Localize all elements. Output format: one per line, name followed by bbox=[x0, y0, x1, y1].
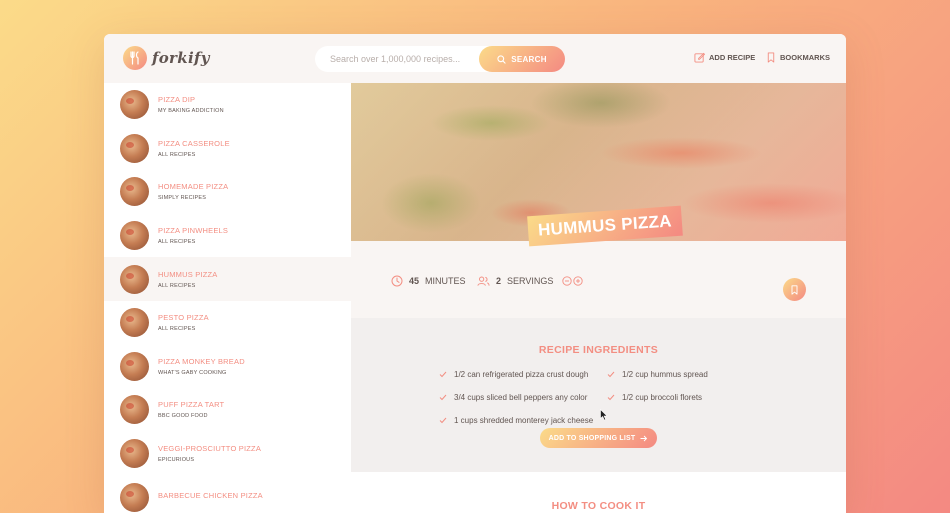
edit-icon bbox=[694, 52, 705, 63]
result-item[interactable]: BARBECUE CHICKEN PIZZA bbox=[104, 475, 351, 513]
add-recipe-button[interactable]: ADD RECIPE bbox=[694, 52, 755, 63]
recipe-thumbnail bbox=[120, 395, 149, 425]
recipe-thumbnail bbox=[120, 482, 149, 512]
minutes-value: 45 bbox=[409, 276, 420, 286]
search-button-label: SEARCH bbox=[511, 54, 547, 64]
header: forkify SEARCH ADD RECIPE BOOKM bbox=[104, 34, 846, 83]
result-publisher: ALL RECIPES bbox=[158, 151, 196, 158]
cooking-time: 45 MINUTES bbox=[391, 275, 466, 287]
recipe-thumbnail bbox=[120, 90, 149, 120]
result-title: HUMMUS PIZZA bbox=[158, 269, 218, 279]
search-results: PIZZA DIP MY BAKING ADDICTION PIZZA CASSE… bbox=[104, 83, 351, 513]
recipe-thumbnail bbox=[120, 439, 149, 469]
ingredients-section: RECIPE INGREDIENTS 1/2 can refrigerated … bbox=[351, 318, 846, 472]
search-button[interactable]: SEARCH bbox=[479, 46, 565, 72]
clock-icon bbox=[391, 275, 403, 287]
minutes-label: MINUTES bbox=[425, 276, 466, 286]
result-publisher: SIMPLY RECIPES bbox=[158, 195, 207, 202]
recipe-details: 45 MINUTES 2 SERVINGS bbox=[351, 241, 846, 318]
ingredients-heading: RECIPE INGREDIENTS bbox=[538, 344, 659, 356]
recipe-thumbnail bbox=[120, 308, 149, 338]
ingredient-text: 1/2 cup hummus spread bbox=[622, 370, 708, 379]
result-title: PIZZA DIP bbox=[158, 95, 196, 105]
bookmarks-label: BOOKMARKS bbox=[780, 53, 830, 62]
servings-label: SERVINGS bbox=[507, 276, 554, 286]
result-title: PUFF PIZZA TART bbox=[158, 400, 225, 410]
search-form: SEARCH bbox=[315, 46, 565, 72]
result-title: PIZZA MONKEY BREAD bbox=[158, 356, 245, 366]
result-publisher: ALL RECIPES bbox=[158, 282, 196, 289]
recipe-thumbnail bbox=[120, 133, 149, 163]
ingredient-text: 1 cups shredded monterey jack cheese bbox=[454, 416, 594, 425]
servings: 2 SERVINGS bbox=[477, 275, 584, 287]
result-item[interactable]: PUFF PIZZA TART BBC GOOD FOOD bbox=[104, 388, 351, 432]
increase-servings-icon[interactable] bbox=[573, 276, 584, 286]
shopping-button-label: ADD TO SHOPPING LIST bbox=[548, 434, 636, 442]
mouse-cursor-icon bbox=[600, 409, 608, 421]
bookmark-icon bbox=[791, 284, 798, 295]
result-publisher: ALL RECIPES bbox=[158, 239, 196, 246]
result-publisher: MY BAKING ADDICTION bbox=[158, 108, 224, 115]
decrease-servings-icon[interactable] bbox=[562, 276, 573, 286]
search-icon bbox=[497, 54, 506, 64]
bookmark-recipe-button[interactable] bbox=[783, 278, 806, 301]
result-title: PESTO PIZZA bbox=[158, 313, 209, 323]
directions-section: HOW TO COOK IT bbox=[351, 472, 846, 513]
result-item[interactable]: HOMEMADE PIZZA SIMPLY RECIPES bbox=[104, 170, 351, 214]
check-icon bbox=[607, 371, 615, 378]
bookmarks-button[interactable]: BOOKMARKS bbox=[766, 52, 830, 63]
result-item[interactable]: PESTO PIZZA ALL RECIPES bbox=[104, 301, 351, 345]
add-recipe-label: ADD RECIPE bbox=[709, 53, 756, 62]
recipe-thumbnail bbox=[120, 264, 149, 294]
result-title: PIZZA PINWHEELS bbox=[158, 226, 229, 236]
ingredient-text: 3/4 cups sliced bell peppers any color bbox=[454, 393, 588, 402]
logo[interactable]: forkify bbox=[123, 46, 210, 70]
ingredient-text: 1/2 can refrigerated pizza crust dough bbox=[454, 370, 589, 379]
check-icon bbox=[439, 371, 447, 378]
result-item[interactable]: PIZZA MONKEY BREAD WHAT'S GABY COOKING bbox=[104, 345, 351, 389]
result-item-active[interactable]: HUMMUS PIZZA ALL RECIPES bbox=[104, 257, 351, 301]
result-publisher: WHAT'S GABY COOKING bbox=[158, 369, 227, 376]
result-publisher: BBC GOOD FOOD bbox=[158, 413, 208, 420]
ingredient-item: 1 cups shredded monterey jack cheese bbox=[439, 416, 593, 425]
recipe-thumbnail bbox=[120, 351, 149, 381]
ingredient-item: 3/4 cups sliced bell peppers any color bbox=[439, 393, 587, 402]
result-item[interactable]: VEGGI-PROSCIUTTO PIZZA EPICURIOUS bbox=[104, 432, 351, 476]
search-input[interactable] bbox=[315, 54, 475, 64]
directions-heading: HOW TO COOK IT bbox=[551, 500, 646, 512]
result-title: BARBECUE CHICKEN PIZZA bbox=[158, 490, 263, 500]
result-publisher: ALL RECIPES bbox=[158, 326, 196, 333]
result-publisher: EPICURIOUS bbox=[158, 457, 195, 464]
logo-text: forkify bbox=[152, 49, 210, 67]
result-title: PIZZA CASSEROLE bbox=[158, 138, 230, 148]
check-icon bbox=[439, 394, 447, 401]
recipe-panel: HUMMUS PIZZA 45 MINUTES 2 SERVINGS RECIP… bbox=[351, 83, 846, 513]
ingredient-item: 1/2 cup hummus spread bbox=[607, 370, 708, 379]
bookmark-icon bbox=[767, 52, 775, 63]
result-item[interactable]: PIZZA PINWHEELS ALL RECIPES bbox=[104, 214, 351, 258]
result-item[interactable]: PIZZA DIP MY BAKING ADDICTION bbox=[104, 83, 351, 127]
recipe-thumbnail bbox=[120, 221, 149, 251]
check-icon bbox=[439, 417, 447, 424]
users-icon bbox=[477, 276, 490, 286]
ingredient-item: 1/2 cup broccoli florets bbox=[607, 393, 702, 402]
ingredient-item: 1/2 can refrigerated pizza crust dough bbox=[439, 370, 588, 379]
servings-value: 2 bbox=[496, 276, 502, 286]
fork-knife-icon bbox=[123, 46, 147, 70]
app-container: forkify SEARCH ADD RECIPE BOOKM bbox=[104, 34, 846, 513]
recipe-thumbnail bbox=[120, 177, 149, 207]
result-item[interactable]: PIZZA CASSEROLE ALL RECIPES bbox=[104, 127, 351, 171]
arrow-right-icon bbox=[640, 435, 648, 441]
check-icon bbox=[607, 394, 615, 401]
add-to-shopping-list-button[interactable]: ADD TO SHOPPING LIST bbox=[540, 428, 657, 448]
result-title: HOMEMADE PIZZA bbox=[158, 182, 229, 192]
ingredient-text: 1/2 cup broccoli florets bbox=[622, 393, 703, 402]
result-title: VEGGI-PROSCIUTTO PIZZA bbox=[158, 444, 262, 454]
